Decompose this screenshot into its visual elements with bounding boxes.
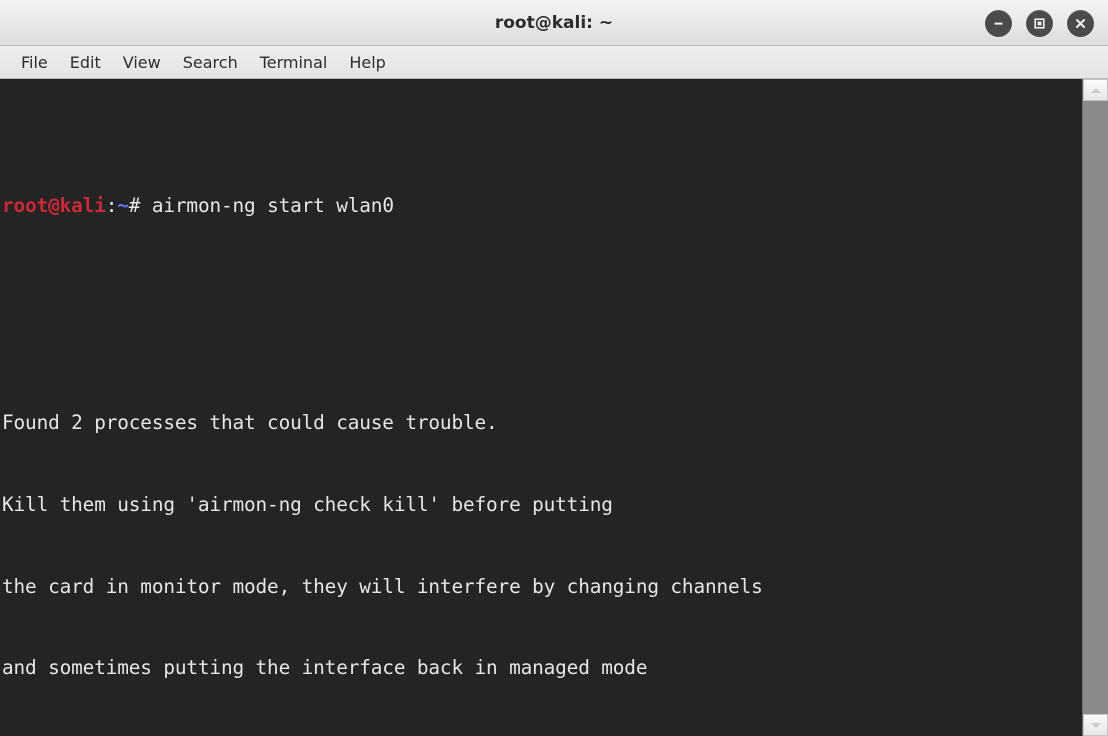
menu-item-help[interactable]: Help (338, 51, 396, 74)
close-icon (1076, 18, 1085, 28)
prompt-path: ~ (117, 193, 129, 217)
menu-item-edit[interactable]: Edit (59, 51, 112, 74)
scrollbar-thumb[interactable] (1083, 101, 1108, 678)
prompt-sigil: # (128, 193, 141, 217)
menu-item-search[interactable]: Search (172, 51, 249, 74)
title-bar[interactable]: root@kali: ~ (0, 0, 1108, 46)
menu-bar: File Edit View Search Terminal Help (0, 46, 1108, 79)
vertical-scrollbar[interactable] (1082, 79, 1108, 736)
warning-line-1: Found 2 processes that could cause troub… (2, 411, 498, 435)
chevron-up-icon (1090, 87, 1101, 93)
menu-item-view[interactable]: View (112, 51, 172, 74)
terminal-output: root@kali:~# airmon-ng start wlan0 Found… (2, 83, 1082, 736)
menu-item-terminal[interactable]: Terminal (249, 51, 339, 74)
terminal-screen[interactable]: root@kali:~# airmon-ng start wlan0 Found… (0, 79, 1082, 736)
terminal-area: root@kali:~# airmon-ng start wlan0 Found… (0, 79, 1108, 736)
window-controls (985, 0, 1094, 46)
chevron-down-icon (1090, 722, 1101, 728)
scroll-down-button[interactable] (1083, 714, 1108, 736)
menu-item-file[interactable]: File (10, 51, 59, 74)
warning-line-3: the card in monitor mode, they will inte… (2, 574, 763, 598)
scroll-up-button[interactable] (1083, 79, 1108, 101)
terminal-window: root@kali: ~ File Edit View Search Termi… (0, 0, 1108, 736)
prompt-colon: : (105, 193, 118, 217)
maximize-button[interactable] (1026, 9, 1053, 37)
command-text: airmon-ng start wlan0 (151, 193, 394, 217)
scrollbar-track[interactable] (1083, 101, 1108, 714)
minimize-icon (994, 22, 1003, 25)
prompt-user-host: root@kali (2, 193, 106, 217)
warning-line-2: Kill them using 'airmon-ng check kill' b… (2, 493, 613, 516)
close-button[interactable] (1067, 9, 1094, 37)
prompt-line-command: root@kali:~# airmon-ng start wlan0 (2, 192, 1082, 219)
maximize-icon (1034, 17, 1045, 29)
window-title: root@kali: ~ (494, 12, 614, 33)
minimize-button[interactable] (985, 9, 1012, 37)
warning-line-4: and sometimes putting the interface back… (2, 656, 648, 680)
